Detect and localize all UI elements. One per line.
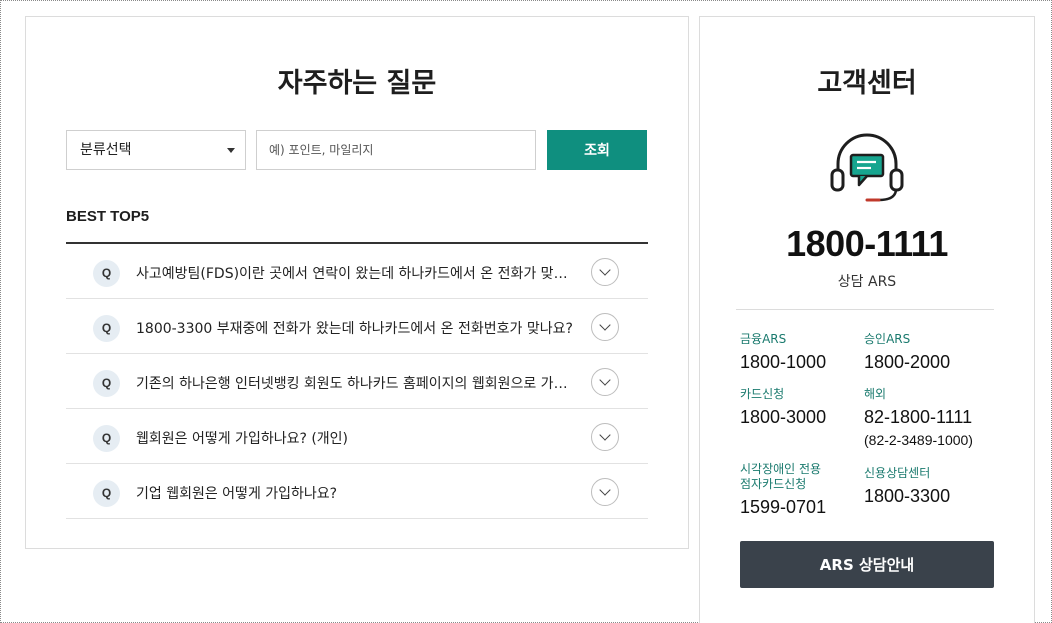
contact-number: 1800-2000 (864, 352, 951, 372)
contact-label-line2: 점자카드신청 (740, 477, 807, 491)
contact-sub-number: (82-2-3489-1000) (864, 432, 973, 448)
faq-item[interactable]: Q 기업 웹회원은 어떻게 가입하나요? (66, 464, 648, 519)
q-badge: Q (93, 370, 120, 397)
contact-finance-ars: 금융ARS 1800-1000 (740, 332, 826, 373)
contact-number: 1800-3000 (740, 407, 827, 427)
contact-credit-counsel: 신용상담센터 1800-3300 (864, 466, 950, 507)
faq-title: 자주하는 질문 (277, 68, 437, 99)
faq-item[interactable]: Q 기존의 하나은행 인터넷뱅킹 회원도 하나카드 홈페이지의 웹회원으로 가입… (66, 354, 648, 409)
contact-number: 1599-0701 (740, 497, 827, 517)
chevron-down-icon[interactable] (591, 313, 619, 341)
headset-chat-icon (830, 133, 904, 202)
customer-center-panel: 고객센터 1800-1111 상담 ARS 금융ARS 1800-1000 승인… (699, 16, 1035, 623)
q-badge: Q (93, 315, 120, 342)
faq-list: Q 사고예방팀(FDS)이란 곳에서 연락이 왔는데 하나카드에서 온 전화가 … (66, 242, 648, 519)
faq-question[interactable]: 사고예방팀(FDS)이란 곳에서 연락이 왔는데 하나카드에서 온 전화가 맞나… (136, 263, 576, 283)
contact-label: 해외 (864, 387, 887, 401)
faq-panel: 자주하는 질문 분류선택 조회 BEST TOP5 Q 사고예방팀(FDS)이란… (25, 16, 689, 549)
contact-number: 1800-3300 (864, 486, 951, 506)
faq-item[interactable]: Q 웹회원은 어떻게 가입하나요? (개인) (66, 409, 648, 464)
contact-card-apply: 카드신청 1800-3000 (740, 387, 826, 428)
contact-braille-card: 시각장애인 전용 점자카드신청 1599-0701 (740, 462, 826, 518)
contact-label: 신용상담센터 (864, 466, 931, 480)
category-select-value: 분류선택 (80, 142, 132, 158)
faq-question[interactable]: 웹회원은 어떻게 가입하나요? (개인) (136, 428, 576, 448)
faq-question[interactable]: 기존의 하나은행 인터넷뱅킹 회원도 하나카드 홈페이지의 웹회원으로 가입해야… (136, 373, 576, 393)
customer-center-title: 고객센터 (817, 68, 917, 99)
main-phone-label: 상담 ARS (837, 274, 897, 290)
chevron-down-icon[interactable] (591, 423, 619, 451)
ars-guide-button[interactable]: ARS 상담안내 (740, 541, 994, 588)
category-select[interactable]: 분류선택 (66, 130, 246, 170)
chevron-down-icon[interactable] (591, 368, 619, 396)
contact-number: 1800-1000 (740, 352, 827, 372)
contact-label: 카드신청 (740, 387, 785, 401)
contact-approval-ars: 승인ARS 1800-2000 (864, 332, 950, 373)
q-badge: Q (93, 425, 120, 452)
contact-label: 금융ARS (740, 332, 787, 346)
faq-item[interactable]: Q 1800-3300 부재중에 전화가 왔는데 하나카드에서 온 전화번호가 … (66, 299, 648, 354)
best-top5-label: BEST TOP5 (66, 208, 150, 225)
caret-down-icon (227, 148, 235, 153)
q-badge: Q (93, 260, 120, 287)
contact-overseas: 해외 82-1800-1111 (82-2-3489-1000) (864, 387, 973, 449)
contact-label-line1: 시각장애인 전용 (740, 462, 822, 476)
chevron-down-icon[interactable] (591, 258, 619, 286)
chevron-down-icon[interactable] (591, 478, 619, 506)
main-phone-number: 1800-1111 (786, 223, 948, 264)
faq-question[interactable]: 기업 웹회원은 어떻게 가입하나요? (136, 483, 576, 503)
q-badge: Q (93, 480, 120, 507)
contact-label: 승인ARS (864, 332, 911, 346)
contact-number: 82-1800-1111 (864, 407, 973, 427)
faq-item[interactable]: Q 사고예방팀(FDS)이란 곳에서 연락이 왔는데 하나카드에서 온 전화가 … (66, 244, 648, 299)
divider (736, 309, 994, 310)
search-button[interactable]: 조회 (547, 130, 647, 170)
faq-search-input[interactable] (256, 130, 536, 170)
faq-question[interactable]: 1800-3300 부재중에 전화가 왔는데 하나카드에서 온 전화번호가 맞나… (136, 318, 576, 338)
